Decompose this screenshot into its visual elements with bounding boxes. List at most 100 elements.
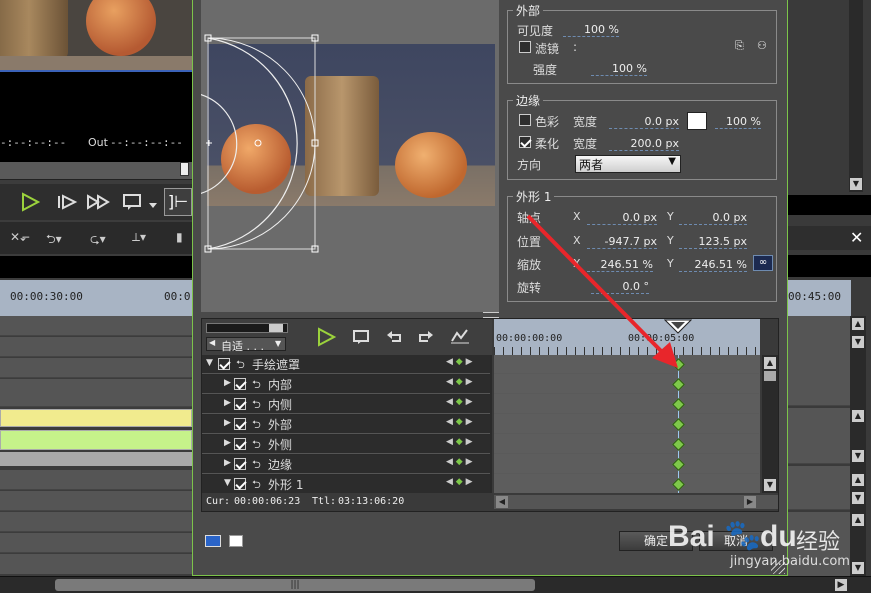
right-vscroll[interactable]: ▼	[849, 0, 863, 192]
ttl-value: 03:13:06:20	[338, 496, 405, 507]
scroll-down-icon[interactable]: ▼	[852, 336, 864, 348]
scroll-down-icon[interactable]: ▼	[852, 450, 864, 462]
horizontal-scrollbar[interactable]: ||| ▶	[0, 576, 871, 593]
cur-value: 00:00:06:23	[234, 496, 301, 507]
preset-slider[interactable]	[206, 323, 288, 333]
kf-track-row[interactable]: ▶ ⮌ 边缘 ◀ ◆ ▶	[202, 455, 490, 474]
scroll-up-icon[interactable]: ▲	[852, 318, 864, 330]
baidu-watermark: Bai 🐾 du 经验 jingyan.baidu.com	[668, 518, 868, 576]
track-checkbox[interactable]	[234, 418, 246, 430]
filter-settings-icon[interactable]: ⎘	[735, 39, 744, 53]
expand-icon[interactable]: ▶	[224, 438, 231, 448]
kf-nav-icons[interactable]: ◀ ◆ ▶	[446, 417, 473, 427]
cut-icon[interactable]: ✕⬐	[10, 230, 30, 244]
scroll-up-icon[interactable]: ▲	[764, 357, 776, 369]
kf-track-row[interactable]: ▼ ⮌ 外形 1 ◀ ◆ ▶	[202, 475, 490, 494]
scroll-right-icon[interactable]: ▶	[835, 579, 847, 591]
mask-shape-overlay[interactable]	[201, 0, 499, 312]
filter-checkbox[interactable]	[519, 41, 531, 53]
visibility-value[interactable]: 100 %	[563, 23, 619, 37]
kf-vscroll[interactable]: ▲ ▼	[762, 355, 778, 493]
kf-track-row[interactable]: ▶ ⮌ 内部 ◀ ◆ ▶	[202, 375, 490, 394]
play-icon[interactable]	[20, 192, 40, 212]
preset-left-icon[interactable]: ◀	[209, 338, 215, 347]
kf-grid-row	[494, 415, 759, 434]
kf-nav-icons[interactable]: ◀ ◆ ▶	[446, 357, 473, 367]
comment-icon[interactable]	[122, 193, 142, 211]
clip-icon[interactable]: ▮	[176, 230, 183, 244]
track-checkbox[interactable]	[234, 478, 246, 490]
loop-icon: ⮌	[252, 378, 261, 391]
preset-dropdown[interactable]: ◀ 自适 . . . ▼	[206, 337, 286, 353]
timeline-ruler: 00:00:30:00 00:0	[0, 280, 192, 316]
step-forward-icon[interactable]	[56, 194, 78, 210]
scroll-down-icon[interactable]: ▼	[850, 178, 862, 190]
kf-undo-icon[interactable]	[386, 329, 404, 345]
out-label: Out	[88, 136, 108, 149]
fast-forward-icon[interactable]	[86, 194, 112, 210]
scroll-left-icon[interactable]: ◀	[496, 496, 508, 508]
scroll-down-icon[interactable]: ▼	[852, 492, 864, 504]
track-checkbox[interactable]	[234, 398, 246, 410]
kf-hscroll[interactable]: ◀ ▶	[494, 495, 778, 509]
kf-nav-icons[interactable]: ◀ ◆ ▶	[446, 457, 473, 467]
kf-curve-icon[interactable]	[450, 327, 470, 345]
color-opacity-value[interactable]: 100 %	[715, 115, 761, 129]
expand-icon[interactable]: ▼	[206, 358, 213, 368]
expand-icon[interactable]: ▶	[224, 458, 231, 468]
kf-nav-icons[interactable]: ◀ ◆ ▶	[446, 377, 473, 387]
scrub-handle[interactable]	[180, 162, 189, 176]
track-checkbox[interactable]	[234, 378, 246, 390]
soften-checkbox[interactable]	[519, 136, 531, 148]
filter-link-icon[interactable]: ⚇	[757, 39, 767, 52]
scrollbar-thumb[interactable]: |||	[55, 579, 535, 591]
track-checkbox[interactable]	[234, 458, 246, 470]
sync-button[interactable]: ]⊢	[164, 188, 192, 216]
mask-preview	[201, 0, 499, 312]
transport-bar: ]⊢	[0, 184, 192, 220]
kf-comment-icon[interactable]	[352, 329, 370, 345]
color-width-value[interactable]: 0.0 px	[609, 115, 679, 129]
kf-vscroll-thumb[interactable]	[764, 371, 776, 381]
redo-icon[interactable]: ⮎▾	[90, 230, 106, 251]
clip-yellow[interactable]	[0, 409, 192, 427]
scroll-right-icon[interactable]: ▶	[744, 496, 756, 508]
color-swatch[interactable]	[687, 112, 707, 130]
direction-select[interactable]: 两者 ▼	[575, 155, 681, 173]
kf-nav-icons[interactable]: ◀ ◆ ▶	[446, 477, 473, 487]
split-icon[interactable]: ⟂▾	[132, 230, 146, 245]
expand-icon[interactable]: ▶	[224, 398, 231, 408]
color-checkbox[interactable]	[519, 114, 531, 126]
strength-value[interactable]: 100 %	[591, 62, 647, 76]
dropdown-caret-icon[interactable]	[148, 202, 158, 210]
scroll-down-icon[interactable]: ▼	[764, 479, 776, 491]
kf-nav-icons[interactable]: ◀ ◆ ▶	[446, 397, 473, 407]
kf-grid	[494, 355, 760, 493]
preset-slider-handle[interactable]	[269, 324, 283, 332]
layout-single-icon[interactable]	[229, 535, 243, 547]
expand-icon[interactable]: ▼	[224, 478, 231, 488]
scroll-up-icon[interactable]: ▲	[852, 410, 864, 422]
kf-redo-icon[interactable]	[416, 329, 434, 345]
link-scale-icon[interactable]: ∞	[753, 255, 773, 271]
clip-green[interactable]	[0, 430, 192, 450]
layout-split-icon[interactable]	[205, 535, 221, 547]
kf-toolbar: ◀ 自适 . . . ▼	[202, 319, 492, 355]
scroll-up-icon[interactable]: ▲	[852, 474, 864, 486]
expand-icon[interactable]: ▶	[224, 418, 231, 428]
strength-label: 强度	[533, 63, 558, 77]
kf-track-row[interactable]: ▶ ⮌ 外侧 ◀ ◆ ▶	[202, 435, 490, 454]
kf-track-row[interactable]: ▶ ⮌ 外部 ◀ ◆ ▶	[202, 415, 490, 434]
close-icon[interactable]: ✕	[850, 228, 863, 247]
kf-play-icon[interactable]	[316, 327, 336, 347]
soften-width-value[interactable]: 200.0 px	[609, 137, 679, 151]
kf-track-row[interactable]: ▼ ⮌ 手绘遮罩 ◀ ◆ ▶	[202, 355, 490, 374]
track-checkbox[interactable]	[218, 358, 230, 370]
group-outer-title: 外部	[513, 2, 544, 19]
track-checkbox[interactable]	[234, 438, 246, 450]
scrub-bar[interactable]	[0, 162, 192, 180]
kf-nav-icons[interactable]: ◀ ◆ ▶	[446, 437, 473, 447]
undo-icon[interactable]: ⮌▾	[46, 230, 62, 251]
expand-icon[interactable]: ▶	[224, 378, 231, 388]
kf-track-row[interactable]: ▶ ⮌ 内侧 ◀ ◆ ▶	[202, 395, 490, 414]
